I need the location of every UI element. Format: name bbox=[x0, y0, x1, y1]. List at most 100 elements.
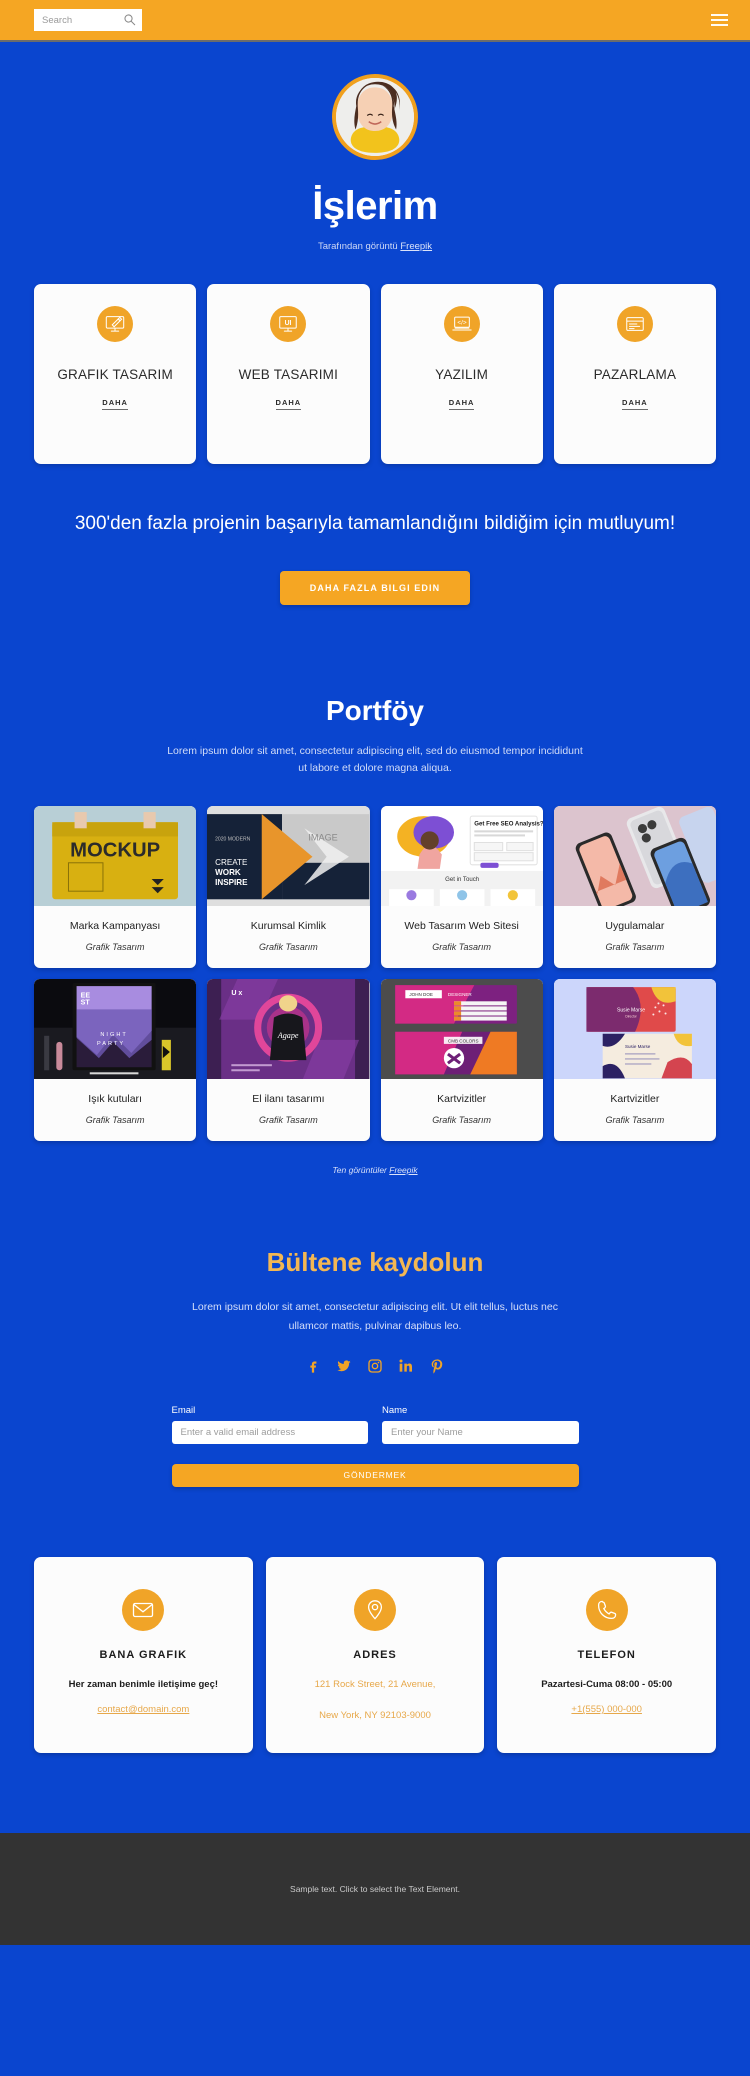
portfolio-item-name: Kartvizitler bbox=[610, 1093, 660, 1106]
contact-hours: Pazartesi-Cuma 08:00 - 05:00 bbox=[541, 1678, 673, 1690]
portfolio-item[interactable]: Get Free SEO Analysis? Get in Touch Web … bbox=[380, 806, 543, 969]
portfolio-image-credit: Ten görüntüler Freepik bbox=[0, 1165, 750, 1175]
email-field-group: Email bbox=[171, 1404, 368, 1444]
map-pin-icon bbox=[354, 1588, 396, 1631]
corporate-brochure: 2020 MODERN CREATE WORK INSPIRE IMAGE bbox=[207, 806, 370, 907]
svg-text:Get in Touch: Get in Touch bbox=[445, 876, 479, 883]
email-field[interactable] bbox=[171, 1420, 368, 1444]
contact-title: ADRES bbox=[353, 1648, 397, 1661]
submit-button[interactable]: GÖNDERMEK bbox=[171, 1463, 579, 1487]
service-title: WEB TASARIMI bbox=[238, 367, 339, 382]
bottom-spacer bbox=[0, 1753, 750, 1833]
pinterest-icon[interactable] bbox=[429, 1358, 446, 1375]
service-title: PAZARLAMA bbox=[593, 367, 677, 382]
svg-text:INSPIRE: INSPIRE bbox=[215, 878, 248, 887]
service-more-link[interactable]: DAHA bbox=[448, 398, 475, 411]
hamburger-bar bbox=[711, 14, 728, 16]
portfolio-item[interactable]: MOCKUP Marka Kampanyası Grafik Tasarım bbox=[34, 806, 197, 969]
cta-headline: 300'den fazla projenin başarıyla tamamla… bbox=[74, 513, 676, 534]
svg-text:UI: UI bbox=[285, 320, 292, 327]
newsletter-section: Bültene kaydolun Lorem ipsum dolor sit a… bbox=[0, 1247, 750, 1487]
contact-title: BANA GRAFIK bbox=[99, 1648, 188, 1661]
svg-text:JOHN DOE: JOHN DOE bbox=[409, 992, 433, 997]
hamburger-bar bbox=[711, 24, 728, 26]
portfolio-item-name: Web Tasarım Web Sitesi bbox=[404, 920, 519, 933]
envelope-icon bbox=[122, 1588, 165, 1631]
cta-section: 300'den fazla projenin başarıyla tamamla… bbox=[0, 510, 750, 605]
footer-text[interactable]: Sample text. Click to select the Text El… bbox=[290, 1884, 460, 1894]
portfolio-grid: MOCKUP Marka Kampanyası Grafik Tasarım 2… bbox=[0, 806, 750, 1142]
contact-section: BANA GRAFIK Her zaman benimle iletişime … bbox=[0, 1556, 750, 1754]
name-label: Name bbox=[382, 1404, 408, 1416]
portfolio-item-category: Grafik Tasarım bbox=[605, 942, 665, 953]
linkedin-icon[interactable] bbox=[398, 1358, 415, 1375]
service-title: YAZILIM bbox=[435, 367, 489, 382]
contact-card-phone: TELEFON Pazartesi-Cuma 08:00 - 05:00 +1(… bbox=[497, 1556, 717, 1754]
portfolio-item-category: Grafik Tasarım bbox=[605, 1115, 665, 1126]
service-more-link[interactable]: DAHA bbox=[275, 398, 302, 411]
night-party-lightbox: EE ST NIGHT PARTY bbox=[34, 979, 197, 1080]
hamburger-menu-icon[interactable] bbox=[711, 14, 728, 26]
svg-text:Agape: Agape bbox=[277, 1031, 299, 1040]
svg-text:WORK: WORK bbox=[215, 868, 241, 877]
portfolio-section: Portföy Lorem ipsum dolor sit amet, cons… bbox=[0, 694, 750, 1175]
newsletter-subtitle: Lorem ipsum dolor sit amet, consectetur … bbox=[192, 1301, 558, 1333]
learn-more-button[interactable]: DAHA FAZLA BILGI EDIN bbox=[279, 570, 471, 605]
page-title: İşlerim bbox=[312, 184, 438, 228]
svg-text:U x: U x bbox=[232, 989, 243, 997]
portfolio-item-category: Grafik Tasarım bbox=[259, 942, 318, 953]
contact-title: TELEFON bbox=[577, 1648, 636, 1661]
name-field-group: Name bbox=[382, 1405, 579, 1444]
portfolio-item-category: Grafik Tasarım bbox=[85, 942, 145, 953]
portfolio-item-name: Kartvizitler bbox=[437, 1093, 487, 1106]
portfolio-title: Portföy bbox=[326, 694, 424, 726]
email-label: Email bbox=[171, 1404, 196, 1416]
phone-link[interactable]: +1(555) 000-000 bbox=[571, 1704, 642, 1715]
phone-icon bbox=[585, 1588, 628, 1631]
twitter-icon[interactable] bbox=[336, 1358, 353, 1375]
instagram-icon[interactable] bbox=[367, 1358, 384, 1375]
portfolio-item[interactable]: 2020 MODERN CREATE WORK INSPIRE IMAGE Ku… bbox=[207, 806, 370, 969]
portfolio-item[interactable]: Agape U x El ilanı tasarımı Grafik Tasar… bbox=[207, 979, 370, 1142]
svg-text:DESIGNER: DESIGNER bbox=[447, 992, 471, 997]
portfolio-item[interactable]: Susie Marse Director Susie Marse Kartviz… bbox=[553, 979, 716, 1142]
service-more-link[interactable]: DAHA bbox=[622, 398, 648, 411]
portfolio-item-name: Işık kutuları bbox=[88, 1093, 142, 1106]
browser-window-icon bbox=[616, 306, 653, 342]
service-more-link[interactable]: DAHA bbox=[102, 398, 128, 411]
service-card-web-tasarimi[interactable]: UI WEB TASARIMI DAHA bbox=[207, 284, 370, 464]
portfolio-item-category: Grafik Tasarım bbox=[432, 942, 491, 953]
portfolio-item[interactable]: JOHN DOE DESIGNER CMB COLORS Kartvizitle… bbox=[380, 979, 543, 1142]
abstract-business-cards: Susie Marse Director Susie Marse bbox=[553, 979, 716, 1080]
svg-text:NIGHT: NIGHT bbox=[100, 1032, 127, 1038]
hero-credit-link[interactable]: Freepik bbox=[400, 241, 432, 252]
email-link[interactable]: contact@domain.com bbox=[97, 1704, 189, 1715]
portfolio-item-name: Marka Kampanyası bbox=[69, 920, 161, 933]
phone-mockups bbox=[553, 806, 716, 907]
portfolio-credit-link[interactable]: Freepik bbox=[389, 1165, 417, 1175]
portfolio-subtitle: Lorem ipsum dolor sit amet, consectetur … bbox=[167, 744, 583, 775]
svg-text:Susie Marse: Susie Marse bbox=[617, 1008, 645, 1014]
portfolio-item-category: Grafik Tasarım bbox=[432, 1115, 491, 1126]
monitor-brush-icon bbox=[97, 306, 134, 342]
social-links bbox=[0, 1358, 750, 1375]
svg-text:2020 MODERN: 2020 MODERN bbox=[215, 837, 251, 843]
laptop-code-icon: </> bbox=[443, 306, 480, 342]
facebook-icon[interactable] bbox=[305, 1358, 322, 1375]
svg-text:Get Free SEO Analysis?: Get Free SEO Analysis? bbox=[474, 820, 543, 827]
service-card-grafik-tasarim[interactable]: GRAFIK TASARIM DAHA bbox=[34, 284, 197, 464]
contact-card-address: ADRES 121 Rock Street, 21 Avenue, New Yo… bbox=[265, 1556, 485, 1754]
service-card-pazarlama[interactable]: PAZARLAMA DAHA bbox=[553, 284, 716, 464]
hero-section: İşlerim Tarafından görüntü Freepik bbox=[0, 42, 750, 252]
portfolio-item[interactable]: Uygulamalar Grafik Tasarım bbox=[553, 806, 716, 969]
search-input[interactable] bbox=[34, 9, 142, 31]
service-card-yazilim[interactable]: </> YAZILIM DAHA bbox=[380, 284, 543, 464]
search-box[interactable] bbox=[34, 9, 142, 31]
svg-text:MOCKUP: MOCKUP bbox=[70, 840, 160, 862]
name-field[interactable] bbox=[382, 1420, 579, 1444]
portfolio-item[interactable]: EE ST NIGHT PARTY Işık kutuları Grafik T… bbox=[34, 979, 197, 1142]
portfolio-item-name: Uygulamalar bbox=[605, 920, 665, 933]
portfolio-credit-prefix: Ten görüntüler bbox=[332, 1165, 387, 1176]
hero-credit-prefix: Tarafından görüntü bbox=[317, 241, 398, 252]
svg-text:Susie Marse: Susie Marse bbox=[625, 1044, 651, 1049]
